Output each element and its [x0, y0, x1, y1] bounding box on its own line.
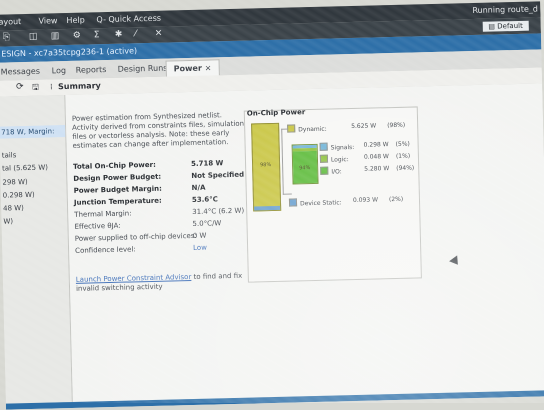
row-value: 53.6°C [191, 195, 218, 204]
legend-pct: (2%) [388, 195, 404, 204]
summary-table: Total On-Chip Power: 5.718 W Design Power… [73, 156, 255, 256]
row-value: 5.718 W [190, 159, 224, 168]
signals-swatch [319, 142, 328, 151]
tab-power-label: Power [173, 63, 202, 74]
cancel-icon[interactable]: ✕ [155, 29, 163, 39]
debug-icon[interactable]: ✱ [115, 30, 123, 40]
legend-logic: Logic: 0.048 W (1%) [319, 153, 410, 164]
legend-watts: 0.298 W [363, 141, 389, 149]
dynamic-pct-label: 98% [260, 162, 272, 169]
quick-access-search[interactable]: Q- Quick Access [96, 14, 161, 25]
close-icon[interactable]: × [205, 63, 212, 72]
nav-item-dynamic-total[interactable]: tal (5.625 W) [2, 163, 48, 172]
tree-handle-icon: ⁞ [50, 82, 53, 92]
legend-label: I/O: [331, 168, 342, 176]
nav-item-details[interactable]: tails [2, 151, 17, 159]
total-power-bar: 98% [251, 122, 282, 212]
save-report-icon[interactable]: 🖫 [32, 82, 39, 96]
menu-layout[interactable]: ayout [0, 17, 21, 27]
static-swatch [288, 198, 298, 207]
row-label: Effective θJA: [74, 221, 121, 231]
dynamic-breakdown-bar: 94% [291, 143, 319, 185]
row-value: 0 W [192, 231, 207, 240]
legend-pct: (5%) [395, 140, 410, 148]
nav-item-signals[interactable]: 298 W) [2, 178, 27, 187]
launch-power-advisor-link[interactable]: Launch Power Constraint Advisor [76, 273, 192, 284]
estimation-note: Power estimation from Synthesized netlis… [71, 111, 245, 150]
tab-reports[interactable]: Reports [76, 65, 107, 75]
legend-pct: (1%) [395, 152, 411, 160]
refresh-icon[interactable]: ⟳ [16, 82, 24, 92]
design-title: ESIGN - xc7a35tcpg236-1 (active) [1, 46, 138, 59]
dynamic-bracket [281, 128, 292, 195]
row-value: N/A [191, 183, 206, 192]
tab-design-runs[interactable]: Design Runs [118, 64, 168, 74]
on-chip-power-box: On-Chip Power 98% 94% Dynamic: 5.625 W (… [243, 106, 422, 283]
save-icon[interactable]: ⎘ [3, 32, 10, 42]
delete-icon[interactable]: ▥ [51, 31, 60, 41]
wand-icon[interactable]: ⁄ [135, 29, 137, 39]
gear-icon[interactable]: ⚙ [73, 31, 81, 41]
legend-pct: (98%) [387, 121, 406, 130]
launch-advisor-text: Launch Power Constraint Advisor to find … [76, 271, 264, 294]
legend-label: Logic: [330, 156, 349, 164]
left-nav-pane: 718 W, Margin: tails tal (5.625 W) 298 W… [0, 95, 73, 410]
legend-dynamic: Dynamic: 5.625 W (98%) [287, 122, 405, 134]
legend-watts: 0.093 W [352, 196, 379, 205]
menu-view[interactable]: View [38, 16, 57, 25]
sigma-icon[interactable]: Σ [94, 30, 100, 40]
nav-item-selected[interactable]: 718 W, Margin: [0, 125, 66, 139]
summary-heading: Summary [58, 81, 101, 92]
legend-signals: Signals: 0.298 W (5%) [319, 141, 410, 152]
tab-messages[interactable]: Messages [1, 67, 40, 77]
menu-help[interactable]: Help [66, 16, 84, 25]
static-segment [254, 205, 281, 211]
legend-io: I/O: 5.280 W (94%) [320, 165, 414, 176]
legend-watts: 5.280 W [364, 165, 390, 173]
power-summary-panel: Power estimation from Synthesized netlis… [65, 83, 544, 408]
legend-label: Device Static: [299, 199, 342, 208]
nav-item-static[interactable]: W) [3, 217, 13, 225]
io-swatch [320, 166, 329, 175]
logic-swatch [319, 154, 329, 163]
confidence-link[interactable]: Low [193, 242, 207, 254]
legend-label: Signals: [330, 143, 355, 152]
dynamic-swatch [287, 124, 296, 133]
screen: ayout View Help Q- Quick Access Running … [0, 0, 544, 410]
legend-pct: (94%) [396, 164, 415, 172]
io-pct-label: 94% [299, 165, 311, 172]
row-label: Confidence level: [75, 245, 136, 255]
on-chip-power-title: On-Chip Power [246, 108, 306, 118]
copy-icon[interactable]: ◫ [29, 32, 38, 42]
run-status: Running route_d [472, 4, 539, 16]
legend-watts: 0.048 W [363, 153, 390, 161]
legend-label: Dynamic: [298, 125, 327, 134]
nav-item-logic[interactable]: 0.298 W) [3, 191, 35, 200]
default-layout-label: Default [497, 21, 523, 31]
tab-log[interactable]: Log [52, 66, 67, 75]
nav-item-io[interactable]: 48 W) [3, 204, 24, 213]
row-value: 5.0°C/W [192, 219, 222, 228]
default-layout-button[interactable]: ▤ Default [482, 20, 529, 32]
legend-watts: 5.625 W [351, 122, 377, 131]
legend-device-static: Device Static: 0.093 W (2%) [288, 196, 403, 208]
